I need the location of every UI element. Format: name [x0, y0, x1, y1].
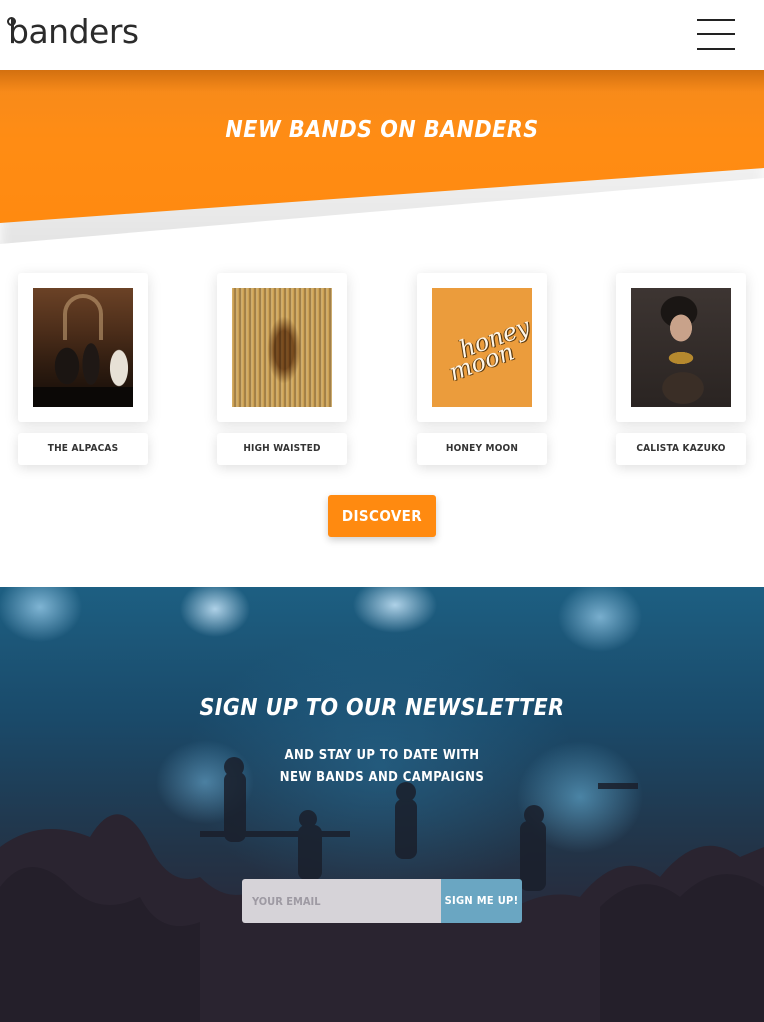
subtitle-line: NEW BANDS AND CAMPAIGNS: [279, 770, 485, 785]
band-card-alpacas[interactable]: [18, 273, 148, 422]
sign-up-button[interactable]: SIGN ME UP!: [441, 879, 522, 923]
hero-title: NEW BANDS ON BANDERS: [225, 117, 539, 143]
hamburger-menu-icon[interactable]: [697, 19, 735, 51]
band-name-label[interactable]: CALISTA KAZUKO: [616, 433, 746, 465]
email-input[interactable]: [242, 879, 442, 923]
band-photo: [232, 288, 332, 407]
menu-bar: [697, 19, 735, 21]
site-header: banders: [0, 0, 764, 70]
concert-background-image: [0, 757, 764, 1022]
discover-button[interactable]: DISCOVER: [328, 495, 436, 537]
band-photo: [33, 288, 133, 407]
newsletter-section: SIGN UP TO OUR NEWSLETTER AND STAY UP TO…: [0, 587, 764, 1022]
newsletter-title: SIGN UP TO OUR NEWSLETTER: [199, 695, 565, 721]
band-photo: honey moon: [432, 288, 532, 407]
band-name-label[interactable]: HIGH WAISTED: [217, 433, 347, 465]
band-card-honey-moon[interactable]: honey moon: [417, 273, 547, 422]
newsletter-subtitle: AND STAY UP TO DATE WITH NEW BANDS AND C…: [0, 745, 764, 789]
band-name-label[interactable]: THE ALPACAS: [18, 433, 148, 465]
logo-mark-icon: [7, 17, 16, 26]
logo-text: banders: [8, 12, 139, 51]
band-photo: [631, 288, 731, 407]
banders-logo[interactable]: banders: [7, 12, 139, 52]
menu-bar: [697, 33, 735, 35]
photo-detail: [33, 387, 133, 407]
band-name-label[interactable]: HONEY MOON: [417, 433, 547, 465]
photo-detail: [63, 294, 103, 340]
subtitle-line: AND STAY UP TO DATE WITH: [284, 748, 480, 763]
band-card-high-waisted[interactable]: [217, 273, 347, 422]
menu-bar: [697, 48, 735, 50]
hero-top-shade: [0, 70, 764, 92]
band-card-calista-kazuko[interactable]: [616, 273, 746, 422]
